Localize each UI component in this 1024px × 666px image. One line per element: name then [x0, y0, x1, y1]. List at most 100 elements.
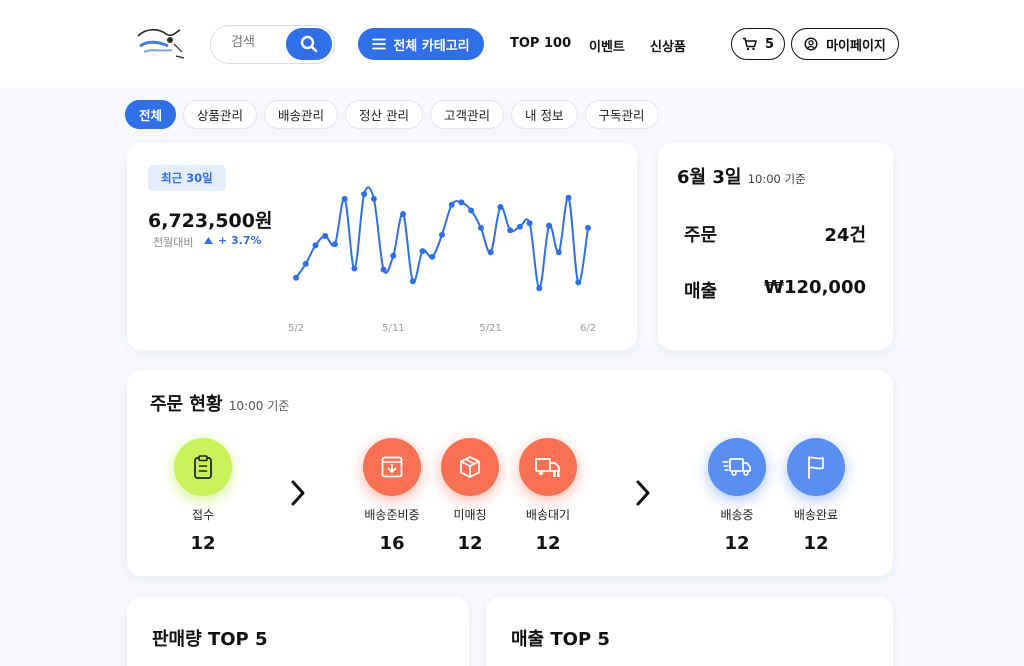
data-point[interactable] [331, 241, 338, 248]
package-icon [441, 438, 499, 496]
up-triangle-icon [204, 237, 213, 244]
download-box-icon [363, 438, 421, 496]
data-point[interactable] [458, 199, 465, 206]
mypage-label: 마이페이지 [826, 38, 886, 54]
chevron-right-icon [636, 480, 650, 506]
data-point[interactable] [302, 260, 309, 267]
search-icon [300, 35, 318, 53]
data-point[interactable] [419, 248, 426, 255]
status-step-received[interactable]: 접수 12 [158, 438, 248, 554]
data-point[interactable] [429, 253, 436, 260]
nav-top100[interactable]: TOP 100 [510, 36, 571, 51]
data-point[interactable] [497, 204, 504, 211]
search-input[interactable] [231, 35, 291, 50]
step-count: 12 [803, 533, 829, 554]
step-count: 12 [457, 533, 483, 554]
step-label: 배송준비중 [364, 508, 420, 522]
sales-volume-top5-card: 판매량 TOP 5 [127, 597, 469, 666]
truck-wait-icon [519, 438, 577, 496]
tab-all[interactable]: 전체 [125, 100, 177, 129]
data-point[interactable] [477, 224, 484, 231]
x-tick-label: 5/2 [288, 323, 304, 334]
today-date: 6월 3일 [677, 167, 742, 188]
x-tick-label: 6/2 [580, 323, 596, 334]
data-point[interactable] [487, 249, 494, 256]
data-point[interactable] [409, 278, 416, 285]
data-point[interactable] [536, 285, 543, 292]
data-point[interactable] [312, 242, 319, 249]
order-status-title: 주문 현황 10:00 기준 [150, 390, 289, 416]
status-step-unmatched[interactable]: 미매칭 12 [425, 438, 515, 554]
tab-delivery-management[interactable]: 배송관리 [264, 100, 339, 129]
top-header: 전체 카테고리 TOP 100 이벤트 신상품 5 마이페이지 [0, 0, 1024, 88]
tab-subscription-management[interactable]: 구독관리 [584, 100, 659, 129]
sales-line-chart: 5/2 5/11 5/21 6/2 [288, 186, 596, 334]
nav-new-products[interactable]: 신상품 [650, 36, 686, 55]
status-step-shipping[interactable]: 배송중 12 [692, 438, 782, 554]
tab-my-info[interactable]: 내 정보 [511, 100, 578, 129]
data-point[interactable] [507, 227, 514, 234]
data-point[interactable] [585, 224, 591, 231]
cart-button[interactable]: 5 [731, 28, 785, 60]
data-point[interactable] [361, 191, 368, 198]
status-step-delivered[interactable]: 배송완료 12 [771, 438, 861, 554]
data-point[interactable] [400, 211, 407, 217]
tab-customer-management[interactable]: 고객관리 [430, 100, 505, 129]
data-point[interactable] [516, 223, 523, 230]
truck-fast-icon [708, 438, 766, 496]
today-time: 10:00 기준 [747, 172, 806, 186]
compare-value: + 3.7% [204, 234, 262, 247]
data-point[interactable] [380, 266, 387, 273]
data-point[interactable] [390, 252, 397, 259]
menu-icon [372, 38, 387, 50]
sales-amount: 6,723,500원 [148, 210, 273, 232]
mypage-button[interactable]: 마이페이지 [791, 28, 899, 60]
data-point[interactable] [526, 220, 533, 227]
step-label: 배송대기 [525, 508, 571, 522]
data-point[interactable] [322, 233, 329, 240]
data-point[interactable] [293, 274, 299, 281]
data-point[interactable] [448, 201, 455, 208]
revenue-top5-title: 매출 TOP 5 [511, 629, 610, 650]
data-point[interactable] [565, 194, 572, 201]
compare-value-text: + 3.7% [218, 234, 262, 247]
step-count: 16 [379, 533, 405, 554]
step-label: 접수 [191, 508, 215, 522]
compare-label: 전월대비 [153, 236, 194, 249]
order-status-time: 10:00 기준 [228, 399, 290, 413]
data-point[interactable] [468, 207, 475, 214]
status-step-awaiting[interactable]: 배송대기 12 [503, 438, 593, 554]
category-button-label: 전체 카테고리 [393, 38, 470, 54]
cart-icon [742, 37, 757, 51]
period-badge[interactable]: 최근 30일 [148, 165, 226, 191]
orders-label: 주문 [684, 225, 718, 246]
data-point[interactable] [351, 265, 358, 272]
step-label: 미매칭 [453, 508, 487, 522]
nav-event[interactable]: 이벤트 [589, 36, 625, 55]
data-point[interactable] [370, 195, 377, 202]
search-button[interactable] [286, 28, 332, 60]
flag-icon [787, 438, 845, 496]
tab-settlement-management[interactable]: 정산 관리 [345, 100, 424, 129]
data-point[interactable] [575, 279, 582, 286]
x-tick-label: 5/11 [382, 323, 404, 334]
step-count: 12 [190, 533, 216, 554]
revenue-value: ₩120,000 [764, 277, 866, 298]
all-category-button[interactable]: 전체 카테고리 [358, 28, 484, 60]
user-icon [804, 37, 818, 51]
sales-summary-card: 최근 30일 6,723,500원 전월대비 + 3.7% 5/2 5/11 5/2… [127, 143, 637, 350]
step-label: 배송완료 [793, 508, 839, 522]
order-status-heading: 주문 현황 [150, 394, 223, 415]
data-point[interactable] [555, 249, 562, 256]
revenue-label: 매출 [684, 281, 718, 302]
data-point[interactable] [546, 222, 553, 229]
tab-product-management[interactable]: 상품관리 [183, 100, 258, 129]
order-status-card: 주문 현황 10:00 기준 접수 12 배송준비중 16 미매칭 12 배송대… [127, 370, 893, 576]
step-count: 12 [724, 533, 750, 554]
status-step-preparing[interactable]: 배송준비중 16 [347, 438, 437, 554]
sales-volume-top5-title: 판매량 TOP 5 [152, 629, 268, 650]
data-point[interactable] [439, 231, 445, 238]
logo[interactable] [132, 22, 188, 64]
cart-count: 5 [764, 36, 775, 52]
data-point[interactable] [341, 195, 348, 202]
